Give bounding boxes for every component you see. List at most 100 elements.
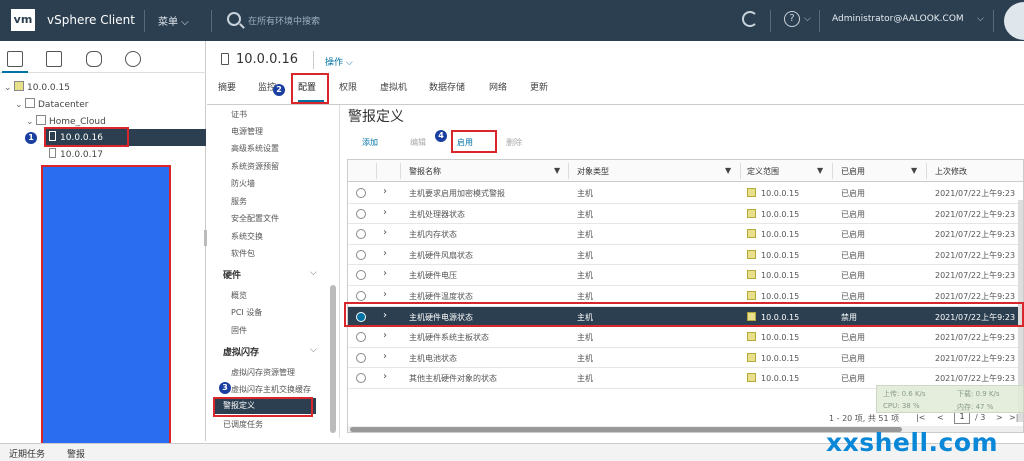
- table-cell: 10.0.0.15: [747, 270, 799, 280]
- expand-chevron-icon[interactable]: ›: [383, 186, 387, 197]
- alarms-tab[interactable]: 警报: [67, 447, 85, 460]
- row-radio[interactable]: [356, 229, 366, 240]
- tab-datastores[interactable]: 数据存储: [429, 80, 465, 93]
- chevron-down-icon[interactable]: ⌵: [310, 345, 317, 355]
- column-header[interactable]: 对象类型: [577, 166, 609, 177]
- chevron-down-icon[interactable]: ⌄: [26, 117, 36, 127]
- chevron-down-icon[interactable]: ⌄: [4, 83, 14, 93]
- expand-chevron-icon[interactable]: ›: [383, 227, 387, 238]
- tree-item-cluster[interactable]: ⌄ Home_Cloud: [26, 115, 106, 127]
- table-row[interactable]: › 主机硬件电压 主机 10.0.0.15 已启用 2021/07/22上午9:23: [348, 265, 1023, 286]
- refresh-icon[interactable]: [742, 11, 758, 27]
- actions-menu[interactable]: 操作 ⌵: [325, 55, 353, 68]
- expand-chevron-icon[interactable]: ›: [383, 207, 387, 218]
- storage-icon[interactable]: [86, 51, 102, 67]
- row-radio[interactable]: [356, 208, 366, 219]
- row-radio[interactable]: [356, 249, 366, 260]
- chevron-down-icon[interactable]: ⌵: [977, 14, 984, 24]
- column-header[interactable]: 警报名称: [409, 166, 441, 177]
- table-cell: 2021/07/22上午9:23: [935, 271, 1016, 281]
- expand-chevron-icon[interactable]: ›: [383, 371, 387, 382]
- table-cell: 主机: [577, 292, 593, 301]
- nav-scrollbar[interactable]: [330, 285, 336, 433]
- nav-item[interactable]: 已调度任务: [223, 419, 263, 430]
- search-input[interactable]: 在所有环境中搜索: [248, 14, 320, 27]
- scroll-thumb[interactable]: [350, 427, 902, 432]
- first-page-button[interactable]: |<: [916, 413, 925, 422]
- table-row[interactable]: › 主机要求启用加密模式警报 主机 10.0.0.15 已启用 2021/07/22上午9…: [348, 183, 1023, 204]
- table-cell: 已启用: [841, 230, 865, 240]
- nav-item[interactable]: 虚拟闪存主机交换缓存: [231, 384, 311, 395]
- table-row[interactable]: › 主机处理器状态 主机 10.0.0.15 已启用 2021/07/22上午9:23: [348, 204, 1023, 225]
- row-radio[interactable]: [356, 373, 366, 384]
- nav-item[interactable]: 软件包: [231, 248, 255, 259]
- add-button[interactable]: 添加: [362, 137, 378, 148]
- nav-item[interactable]: 高级系统设置: [231, 143, 279, 154]
- cpu-usage: CPU: 38 %: [883, 402, 920, 410]
- nav-item[interactable]: 概览: [231, 290, 247, 301]
- chevron-down-icon[interactable]: ⌄: [15, 100, 25, 110]
- chevron-down-icon[interactable]: ⌵: [804, 14, 811, 24]
- filter-icon[interactable]: ▼: [817, 166, 823, 175]
- filter-icon[interactable]: ▼: [911, 166, 917, 175]
- table-row[interactable]: › 主机硬件系统主板状态 主机 10.0.0.15 已启用 2021/07/22上午9:2…: [348, 327, 1023, 348]
- expand-chevron-icon[interactable]: ›: [383, 268, 387, 279]
- avatar[interactable]: [1004, 2, 1024, 40]
- nav-item[interactable]: 固件: [231, 325, 247, 336]
- nav-item[interactable]: 系统资源预留: [231, 161, 279, 172]
- chevron-down-icon[interactable]: ⌵: [310, 268, 317, 278]
- tab-updates[interactable]: 更新: [530, 80, 548, 93]
- table-row[interactable]: › 主机电池状态 主机 10.0.0.15 已启用 2021/07/22上午9:23: [348, 348, 1023, 369]
- hosts-clusters-icon[interactable]: [2, 51, 28, 73]
- table-row[interactable]: › 主机内存状态 主机 10.0.0.15 已启用 2021/07/22上午9:23: [348, 224, 1023, 245]
- nav-item[interactable]: PCI 设备: [231, 307, 262, 318]
- column-header[interactable]: 定义范围: [747, 166, 779, 177]
- row-radio[interactable]: [356, 291, 366, 301]
- expand-chevron-icon[interactable]: ›: [383, 248, 387, 259]
- expand-chevron-icon[interactable]: ›: [383, 289, 387, 300]
- table-cell: 主机: [577, 230, 593, 240]
- nav-item[interactable]: 证书: [231, 109, 247, 120]
- nav-item[interactable]: 安全配置文件: [231, 213, 279, 224]
- networking-icon[interactable]: [125, 51, 141, 67]
- nav-item[interactable]: 防火墙: [231, 178, 255, 189]
- delete-button[interactable]: 删除: [506, 137, 522, 148]
- help-icon[interactable]: ?: [784, 11, 800, 27]
- tree-item-host[interactable]: 10.0.0.17: [49, 148, 103, 160]
- row-radio[interactable]: [356, 332, 366, 343]
- nav-group-hardware[interactable]: 硬件: [223, 268, 241, 281]
- edit-button[interactable]: 编辑: [410, 137, 426, 148]
- row-radio[interactable]: [356, 352, 366, 363]
- tree-item-datacenter[interactable]: ⌄ Datacenter: [15, 98, 88, 110]
- nav-item[interactable]: 系统交换: [231, 231, 263, 242]
- recent-tasks-tab[interactable]: 近期任务: [9, 447, 45, 460]
- expand-chevron-icon[interactable]: ›: [383, 330, 387, 341]
- prev-page-button[interactable]: <: [937, 413, 944, 422]
- last-page-button[interactable]: >|: [1009, 413, 1018, 422]
- app-title: vSphere Client: [47, 13, 135, 27]
- tab-summary[interactable]: 摘要: [218, 80, 236, 93]
- tab-networks[interactable]: 网络: [489, 80, 507, 93]
- nav-item[interactable]: 虚拟闪存资源管理: [231, 367, 295, 378]
- column-header[interactable]: 已启用: [841, 166, 865, 177]
- table-row[interactable]: › 主机硬件风扇状态 主机 10.0.0.15 已启用 2021/07/22上午9:23: [348, 245, 1023, 266]
- row-radio[interactable]: [356, 270, 366, 281]
- filter-icon[interactable]: ▼: [554, 166, 560, 175]
- tab-permissions[interactable]: 权限: [339, 80, 357, 93]
- table-cell: 主机: [577, 271, 593, 281]
- user-menu[interactable]: Administrator@AALOOK.COM: [832, 14, 964, 24]
- menu-button[interactable]: 菜单 ⌵: [158, 13, 189, 28]
- nav-item[interactable]: 电源管理: [231, 126, 263, 137]
- nav-item[interactable]: 服务: [231, 196, 247, 207]
- tree-item-vcenter[interactable]: ⌄ 10.0.0.15: [4, 81, 70, 93]
- row-radio[interactable]: [356, 188, 366, 198]
- next-page-button[interactable]: >: [996, 413, 1003, 422]
- tab-vms[interactable]: 虚拟机: [380, 80, 407, 93]
- expand-chevron-icon[interactable]: ›: [383, 351, 387, 362]
- filter-icon[interactable]: ▼: [725, 166, 731, 175]
- vms-templates-icon[interactable]: [46, 51, 62, 67]
- search-icon[interactable]: [227, 12, 241, 26]
- table-cell: 已启用: [841, 333, 865, 343]
- nav-group-vflash[interactable]: 虚拟闪存: [223, 345, 259, 358]
- column-header[interactable]: 上次修改: [935, 166, 967, 177]
